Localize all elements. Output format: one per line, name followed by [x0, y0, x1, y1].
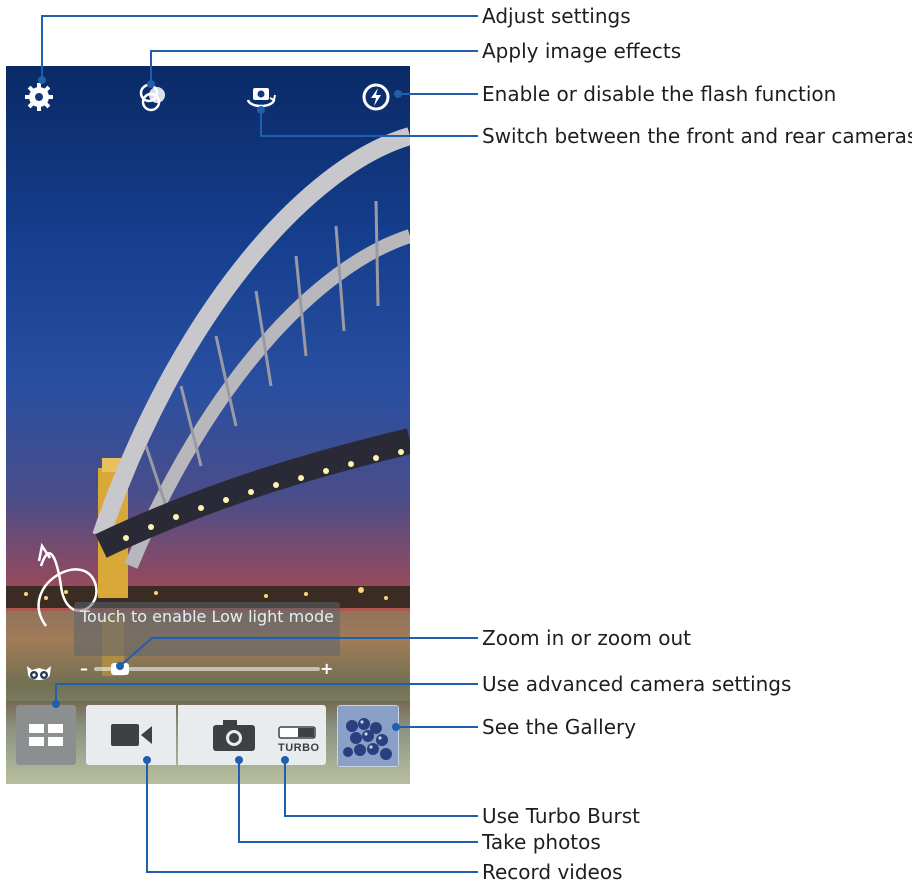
callout-switch-camera: Switch between the front and rear camera… — [482, 124, 912, 148]
callout-zoom: Zoom in or zoom out — [482, 626, 691, 650]
callout-photo: Take photos — [482, 830, 601, 854]
callout-gallery: See the Gallery — [482, 715, 637, 739]
callout-flash: Enable or disable the flash function — [482, 82, 837, 106]
callout-turbo: Use Turbo Burst — [482, 804, 640, 828]
callout-settings: Adjust settings — [482, 4, 631, 28]
callout-effects: Apply image effects — [482, 39, 682, 63]
callout-video: Record videos — [482, 860, 623, 884]
callout-advanced: Use advanced camera settings — [482, 672, 792, 696]
